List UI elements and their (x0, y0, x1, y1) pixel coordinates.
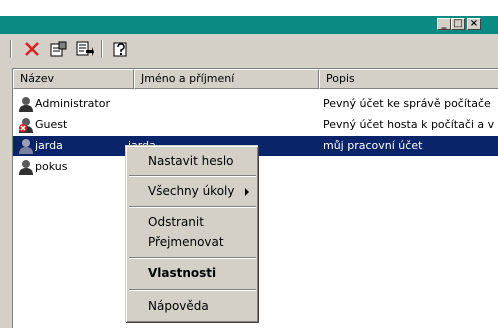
menu-separator (129, 257, 256, 259)
menu-item-all-tasks-label: Všechny úkoly (148, 184, 235, 198)
close-button[interactable]: × (467, 18, 481, 30)
list-item[interactable]: Administrator Pevný účet ke správě počít… (13, 94, 498, 114)
menu-separator (129, 289, 256, 291)
user-name: jarda (35, 139, 63, 152)
toolbar-separator (101, 40, 103, 58)
column-header-full-name[interactable]: Jméno a příjmení (134, 69, 319, 89)
menu-item-all-tasks[interactable]: Všechny úkoly (128, 182, 257, 201)
user-name: Guest (35, 118, 68, 131)
menu-item-rename[interactable]: Přejmenovat (128, 233, 257, 252)
menu-item-properties[interactable]: Vlastnosti (128, 264, 257, 283)
top-background (0, 0, 498, 16)
minimize-button[interactable]: _ (437, 18, 451, 30)
delete-icon (25, 42, 39, 56)
menu-item-delete[interactable]: Odstranit (128, 213, 257, 232)
column-header-description[interactable]: Popis (319, 69, 498, 89)
delete-button[interactable] (22, 39, 42, 59)
menu-item-set-password[interactable]: Nastavit heslo (128, 152, 257, 171)
user-description: Pevný účet ke správě počítače (323, 97, 491, 110)
window-title-bar[interactable]: _ □ × (0, 16, 498, 34)
export-list-button[interactable] (75, 39, 95, 59)
user-name: Administrator (35, 97, 110, 110)
properties-button[interactable] (49, 39, 69, 59)
export-list-icon (76, 41, 94, 56)
help-icon (113, 42, 127, 57)
context-menu: Nastavit heslo Všechny úkoly Odstranit P… (125, 145, 258, 322)
toolbar-separator (10, 40, 12, 58)
user-description: můj pracovní účet (323, 139, 423, 152)
user-icon (19, 97, 33, 112)
column-header-name[interactable]: Název (13, 69, 134, 89)
user-description: Pevný účet hosta k počítači a v (323, 118, 495, 131)
menu-separator (129, 175, 256, 177)
properties-icon (50, 41, 67, 57)
disabled-user-icon (19, 118, 33, 133)
toolbar (0, 34, 498, 64)
menu-item-help[interactable]: Nápověda (128, 297, 257, 316)
help-button[interactable] (111, 39, 131, 59)
maximize-button[interactable]: □ (451, 18, 465, 30)
user-name: pokus (35, 160, 68, 173)
user-icon (19, 139, 33, 154)
menu-separator (129, 206, 256, 208)
submenu-arrow-icon (245, 188, 249, 196)
list-item[interactable]: Guest Pevný účet hosta k počítači a v (13, 115, 498, 135)
user-icon (19, 160, 33, 175)
